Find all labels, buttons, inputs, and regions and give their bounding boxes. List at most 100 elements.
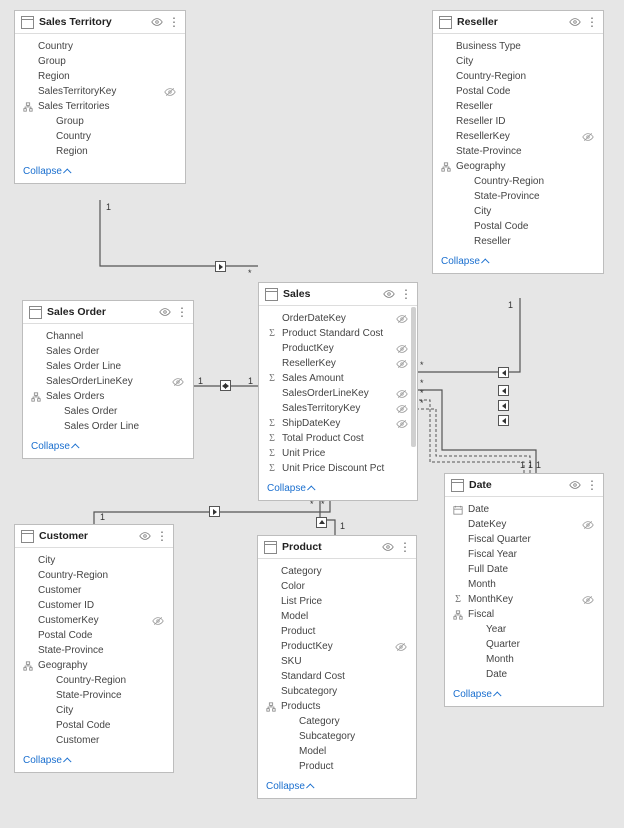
table-sales_territory[interactable]: Sales Territory⋮CountryGroupRegionSalesT… xyxy=(14,10,186,184)
field-row[interactable]: ΣSales Amount xyxy=(259,371,417,386)
table-header[interactable]: Customer⋮ xyxy=(15,525,173,548)
field-row[interactable]: Model xyxy=(258,744,416,759)
field-row[interactable]: SKU xyxy=(258,654,416,669)
more-options-icon[interactable]: ⋮ xyxy=(400,287,411,301)
field-row[interactable]: CustomerKey xyxy=(15,613,173,628)
hidden-icon[interactable] xyxy=(163,86,177,98)
field-row[interactable]: State-Province xyxy=(15,688,173,703)
field-row[interactable]: Sales Order Line xyxy=(23,359,193,374)
field-row[interactable]: List Price xyxy=(258,594,416,609)
table-header[interactable]: Sales⋮ xyxy=(259,283,417,306)
field-row[interactable]: Products xyxy=(258,699,416,714)
field-row[interactable]: Sales Territories xyxy=(15,99,185,114)
more-options-icon[interactable]: ⋮ xyxy=(168,15,179,29)
table-header[interactable]: Date⋮ xyxy=(445,474,603,497)
scrollbar[interactable] xyxy=(411,307,416,447)
table-product[interactable]: Product⋮CategoryColorList PriceModelProd… xyxy=(257,535,417,799)
field-row[interactable]: Channel xyxy=(23,329,193,344)
collapse-button[interactable]: Collapse xyxy=(258,777,416,798)
hidden-icon[interactable] xyxy=(151,615,165,627)
field-row[interactable]: Region xyxy=(15,69,185,84)
field-row[interactable]: City xyxy=(433,204,603,219)
field-row[interactable]: Business Type xyxy=(433,39,603,54)
field-row[interactable]: Fiscal Quarter xyxy=(445,532,603,547)
table-customer[interactable]: Customer⋮CityCountry-RegionCustomerCusto… xyxy=(14,524,174,773)
field-row[interactable]: Product xyxy=(258,759,416,774)
hidden-icon[interactable] xyxy=(581,131,595,143)
field-row[interactable]: State-Province xyxy=(433,189,603,204)
field-row[interactable]: SalesOrderLineKey xyxy=(259,386,417,401)
collapse-button[interactable]: Collapse xyxy=(15,751,173,772)
hidden-icon[interactable] xyxy=(395,343,409,355)
field-row[interactable]: Geography xyxy=(15,658,173,673)
table-sales_order[interactable]: Sales Order⋮ChannelSales OrderSales Orde… xyxy=(22,300,194,459)
field-row[interactable]: City xyxy=(15,703,173,718)
field-row[interactable]: Country-Region xyxy=(15,673,173,688)
field-row[interactable]: Region xyxy=(15,144,185,159)
hidden-icon[interactable] xyxy=(395,313,409,325)
hidden-icon[interactable] xyxy=(394,641,408,653)
visibility-icon[interactable] xyxy=(139,530,151,542)
table-header[interactable]: Reseller⋮ xyxy=(433,11,603,34)
visibility-icon[interactable] xyxy=(569,16,581,28)
table-date[interactable]: Date⋮DateDateKeyFiscal QuarterFiscal Yea… xyxy=(444,473,604,707)
field-row[interactable]: Year xyxy=(445,622,603,637)
field-row[interactable]: Country-Region xyxy=(433,69,603,84)
field-row[interactable]: ΣUnit Price xyxy=(259,446,417,461)
field-row[interactable]: Category xyxy=(258,714,416,729)
table-sales[interactable]: Sales⋮ OrderDateKeyΣProduct Standard Cost… xyxy=(258,282,418,501)
field-row[interactable]: SalesTerritoryKey xyxy=(15,84,185,99)
field-row[interactable]: Postal Code xyxy=(433,84,603,99)
field-row[interactable]: Sales Order Line xyxy=(23,419,193,434)
field-row[interactable]: DateKey xyxy=(445,517,603,532)
field-row[interactable]: ΣShipDateKey xyxy=(259,416,417,431)
field-row[interactable]: ΣUnit Price Discount Pct xyxy=(259,461,417,476)
field-row[interactable]: Country xyxy=(15,39,185,54)
field-row[interactable]: ΣProduct Standard Cost xyxy=(259,326,417,341)
field-row[interactable]: Country-Region xyxy=(433,174,603,189)
field-row[interactable]: Month xyxy=(445,652,603,667)
field-row[interactable]: Sales Order xyxy=(23,404,193,419)
field-row[interactable]: Fiscal xyxy=(445,607,603,622)
hidden-icon[interactable] xyxy=(395,388,409,400)
field-row[interactable]: ResellerKey xyxy=(259,356,417,371)
more-options-icon[interactable]: ⋮ xyxy=(156,529,167,543)
visibility-icon[interactable] xyxy=(382,541,394,553)
field-row[interactable]: Subcategory xyxy=(258,729,416,744)
field-row[interactable]: Subcategory xyxy=(258,684,416,699)
table-header[interactable]: Sales Order⋮ xyxy=(23,301,193,324)
hidden-icon[interactable] xyxy=(395,418,409,430)
field-row[interactable]: Fiscal Year xyxy=(445,547,603,562)
more-options-icon[interactable]: ⋮ xyxy=(586,15,597,29)
table-reseller[interactable]: Reseller⋮Business TypeCityCountry-Region… xyxy=(432,10,604,274)
field-row[interactable]: SalesTerritoryKey xyxy=(259,401,417,416)
field-row[interactable]: Geography xyxy=(433,159,603,174)
field-row[interactable]: Country xyxy=(15,129,185,144)
visibility-icon[interactable] xyxy=(383,288,395,300)
field-row[interactable]: Date xyxy=(445,502,603,517)
field-row[interactable]: Postal Code xyxy=(15,718,173,733)
more-options-icon[interactable]: ⋮ xyxy=(399,540,410,554)
field-row[interactable]: Postal Code xyxy=(15,628,173,643)
collapse-button[interactable]: Collapse xyxy=(259,479,417,500)
field-row[interactable]: SalesOrderLineKey xyxy=(23,374,193,389)
field-row[interactable]: Category xyxy=(258,564,416,579)
field-row[interactable]: Reseller xyxy=(433,234,603,249)
field-row[interactable]: OrderDateKey xyxy=(259,311,417,326)
field-row[interactable]: Country-Region xyxy=(15,568,173,583)
field-row[interactable]: Date xyxy=(445,667,603,682)
visibility-icon[interactable] xyxy=(151,16,163,28)
hidden-icon[interactable] xyxy=(171,376,185,388)
field-row[interactable]: Month xyxy=(445,577,603,592)
table-header[interactable]: Sales Territory⋮ xyxy=(15,11,185,34)
field-row[interactable]: Full Date xyxy=(445,562,603,577)
field-row[interactable]: Sales Order xyxy=(23,344,193,359)
field-row[interactable]: ΣTotal Product Cost xyxy=(259,431,417,446)
field-row[interactable]: Quarter xyxy=(445,637,603,652)
field-row[interactable]: ΣMonthKey xyxy=(445,592,603,607)
field-row[interactable]: Group xyxy=(15,54,185,69)
field-row[interactable]: Product xyxy=(258,624,416,639)
field-row[interactable]: Reseller ID xyxy=(433,114,603,129)
field-row[interactable]: ResellerKey xyxy=(433,129,603,144)
hidden-icon[interactable] xyxy=(395,358,409,370)
